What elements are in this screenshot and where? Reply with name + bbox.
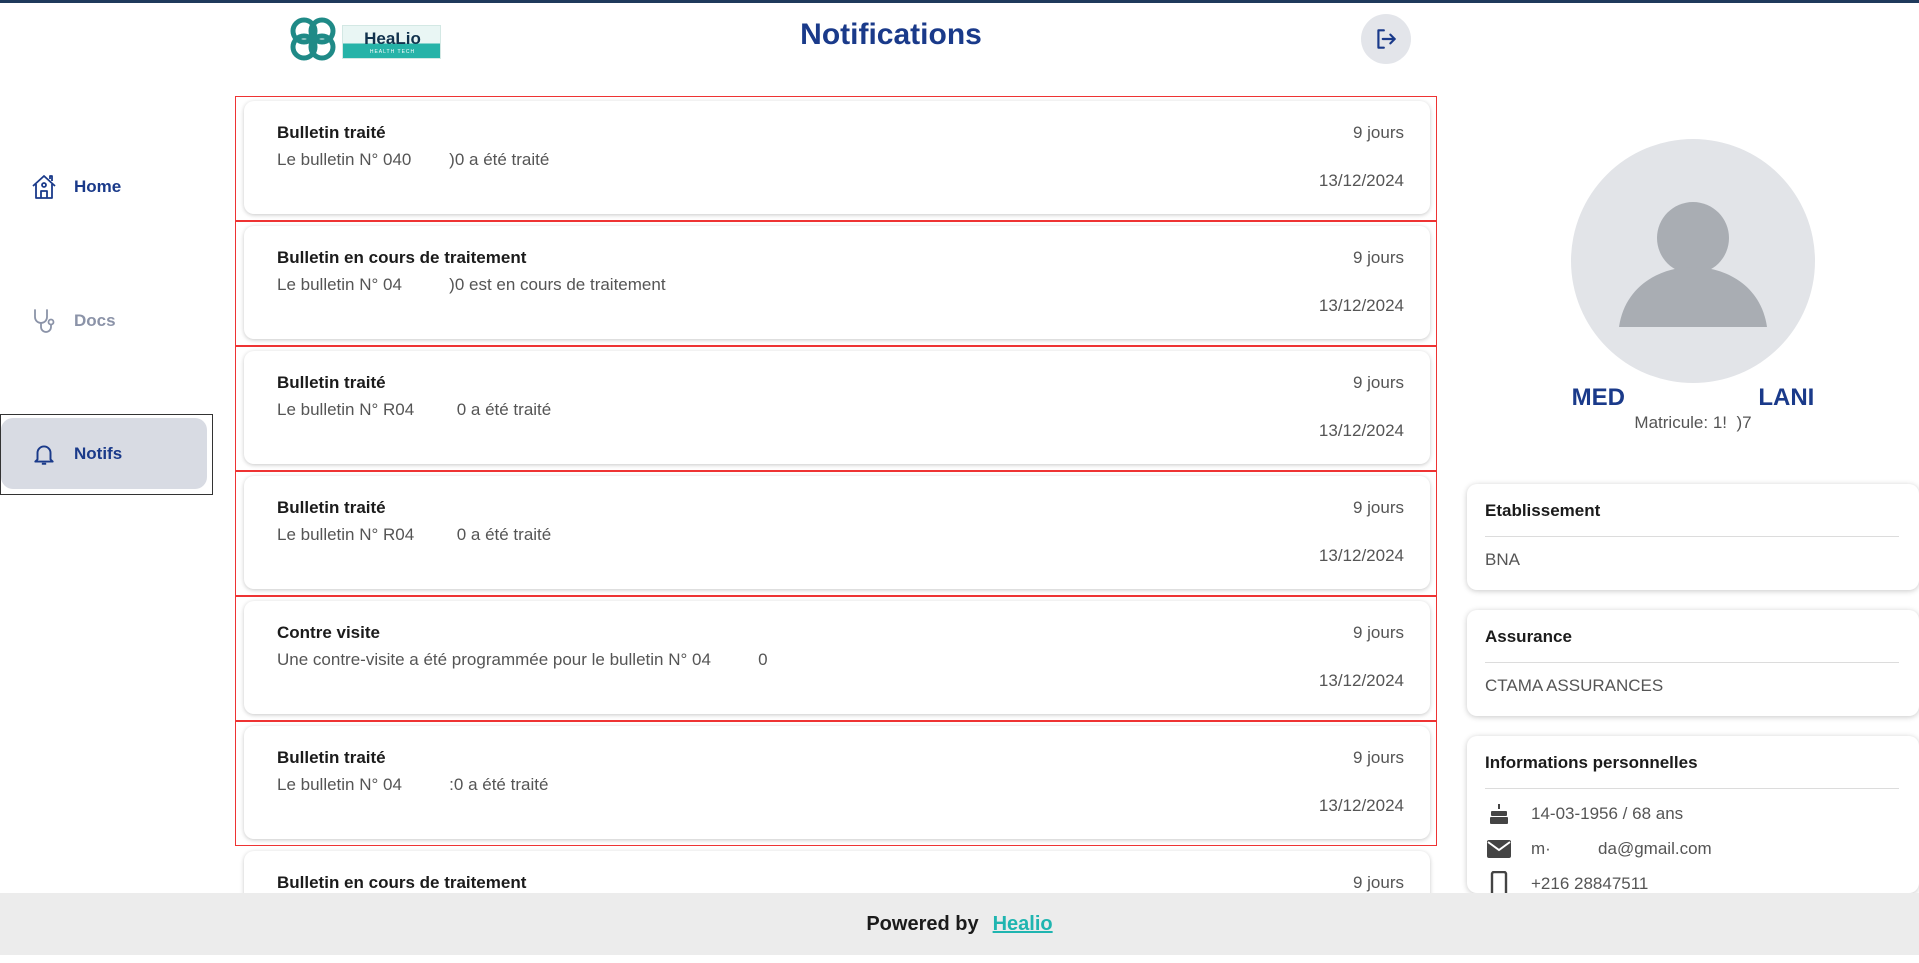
- notification-message: Le bulletin N° 040 )0 a été traité: [277, 150, 550, 169]
- email-row: m· da@gmail.com: [1485, 837, 1712, 861]
- bell-icon: [30, 440, 58, 468]
- notification-card: Bulletin traité Le bulletin N° R04 0 a é…: [244, 351, 1430, 464]
- notification-card: Bulletin en cours de traitement 9 jours: [244, 851, 1430, 893]
- sidebar-item-label: Docs: [74, 311, 116, 330]
- notification-title: Bulletin traité: [277, 123, 386, 142]
- notification-message: Le bulletin N° R04 0 a été traité: [277, 525, 552, 544]
- notification-age: 9 jours: [1352, 748, 1404, 767]
- notification-message: Le bulletin N° 04 )0 est en cours de tra…: [277, 275, 666, 294]
- email-value: m· da@gmail.com: [1531, 839, 1712, 858]
- notification-title: Bulletin en cours de traitement: [277, 248, 527, 267]
- notification-date: 13/12/2024: [1318, 671, 1404, 690]
- powered-by-label: Powered by: [866, 912, 979, 935]
- card-heading: Assurance: [1485, 627, 1572, 646]
- divider: [1485, 536, 1899, 537]
- logo-text: HeaLio: [364, 29, 421, 48]
- notification-date: 13/12/2024: [1318, 296, 1404, 315]
- etablissement-value: BNA: [1485, 550, 1520, 569]
- notification-message: Une contre-visite a été programmée pour …: [277, 650, 768, 669]
- notification-message: Le bulletin N° R04 0 a été traité: [277, 400, 552, 419]
- healio-logo[interactable]: HeaLio HEALTH TECH: [286, 14, 442, 64]
- notification-card: Bulletin traité Le bulletin N° 04 :0 a é…: [244, 726, 1430, 839]
- sidebar-item-docs[interactable]: Docs: [0, 285, 208, 357]
- page-title: Notifications: [800, 18, 982, 51]
- assurance-card: Assurance CTAMA ASSURANCES: [1467, 610, 1919, 716]
- notification-card: Bulletin traité Le bulletin N° R04 0 a é…: [244, 476, 1430, 589]
- notification-item[interactable]: Bulletin en cours de traitement Le bulle…: [235, 221, 1437, 346]
- notification-date: 13/12/2024: [1318, 171, 1404, 190]
- notification-age: 9 jours: [1352, 498, 1404, 517]
- phone-icon: [1485, 871, 1513, 893]
- birthday-cake-icon: [1485, 802, 1513, 826]
- footer: Powered by Healio: [0, 893, 1919, 955]
- profile-name: MED LANI: [1571, 384, 1815, 411]
- notification-date: 13/12/2024: [1318, 421, 1404, 440]
- notification-title: Bulletin en cours de traitement: [277, 873, 527, 892]
- sidebar-item-notifs[interactable]: Notifs: [1, 418, 207, 489]
- notification-message: Le bulletin N° 04 :0 a été traité: [277, 775, 549, 794]
- notification-age: 9 jours: [1352, 623, 1404, 642]
- divider: [1485, 788, 1899, 789]
- notification-date: 13/12/2024: [1318, 796, 1404, 815]
- notification-list[interactable]: Bulletin traité Le bulletin N° 040 )0 a …: [235, 96, 1437, 893]
- birthdate-value: 14-03-1956 / 68 ans: [1531, 804, 1684, 823]
- birthdate-row: 14-03-1956 / 68 ans: [1485, 802, 1683, 826]
- phone-row: +216 28847511: [1485, 871, 1649, 893]
- logout-button[interactable]: [1361, 14, 1411, 64]
- notification-item[interactable]: Contre visite Une contre-visite a été pr…: [235, 596, 1437, 721]
- home-icon: [30, 173, 58, 201]
- notification-item[interactable]: Bulletin traité Le bulletin N° R04 0 a é…: [235, 471, 1437, 596]
- notification-age: 9 jours: [1352, 373, 1404, 392]
- notification-age: 9 jours: [1352, 873, 1404, 892]
- assurance-value: CTAMA ASSURANCES: [1485, 676, 1664, 695]
- logout-icon: [1377, 29, 1396, 49]
- personal-info-card: Informations personnelles 14-03-1956 / 6…: [1467, 736, 1919, 893]
- notification-title: Bulletin traité: [277, 498, 386, 517]
- divider: [1485, 662, 1899, 663]
- top-accent-line: [0, 0, 1919, 3]
- phone-value: +216 28847511: [1531, 874, 1649, 893]
- card-heading: Informations personnelles: [1485, 753, 1698, 772]
- notification-item[interactable]: Bulletin traité Le bulletin N° R04 0 a é…: [235, 346, 1437, 471]
- sidebar-item-label: Home: [74, 177, 122, 196]
- etablissement-card: Etablissement BNA: [1467, 484, 1919, 590]
- user-silhouette-icon: [1619, 202, 1767, 327]
- avatar: [1571, 139, 1815, 383]
- notification-date: 13/12/2024: [1318, 546, 1404, 565]
- notification-title: Contre visite: [277, 623, 380, 642]
- notification-title: Bulletin traité: [277, 373, 386, 392]
- knot-logo-icon: [290, 17, 336, 61]
- sidebar-item-label: Notifs: [74, 443, 123, 463]
- notification-card: Bulletin traité Le bulletin N° 040 )0 a …: [244, 101, 1430, 214]
- healio-link[interactable]: Healio: [993, 913, 1053, 936]
- logo-wordmark: HeaLio HEALTH TECH: [342, 25, 441, 59]
- sidebar-item-home[interactable]: Home: [0, 151, 208, 223]
- notification-age: 9 jours: [1352, 248, 1404, 267]
- stethoscope-icon: [30, 307, 58, 335]
- notification-item[interactable]: Bulletin en cours de traitement 9 jours: [235, 846, 1437, 893]
- card-heading: Etablissement: [1485, 501, 1601, 520]
- notification-age: 9 jours: [1352, 123, 1404, 142]
- logo-subtext: HEALTH TECH: [369, 49, 416, 55]
- notification-title: Bulletin traité: [277, 748, 386, 767]
- notification-item[interactable]: Bulletin traité Le bulletin N° 040 )0 a …: [235, 96, 1437, 221]
- notification-item[interactable]: Bulletin traité Le bulletin N° 04 :0 a é…: [235, 721, 1437, 846]
- notification-card: Contre visite Une contre-visite a été pr…: [244, 601, 1430, 714]
- profile-matricule: Matricule: 1! )7: [1634, 413, 1752, 432]
- notification-card: Bulletin en cours de traitement Le bulle…: [244, 226, 1430, 339]
- mail-icon: [1485, 837, 1513, 861]
